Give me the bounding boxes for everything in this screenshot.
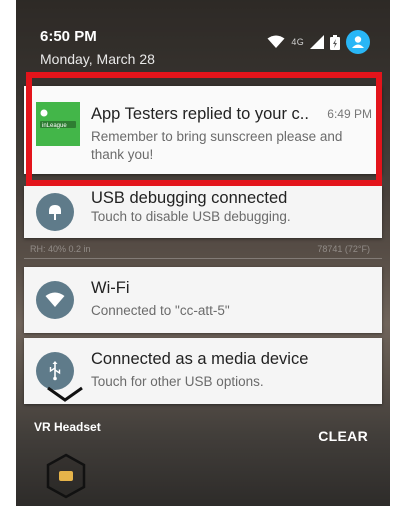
account-icon[interactable]	[346, 30, 370, 54]
vr-headset-app-icon	[47, 386, 83, 402]
wifi-icon	[36, 281, 74, 319]
background-temperature: 78741 (72°F)	[317, 244, 370, 254]
network-type: 4G	[291, 37, 304, 47]
vr-headset-label: VR Headset	[34, 420, 101, 434]
notification-text: Touch for other USB options.	[91, 374, 264, 389]
clock: 6:50 PM	[40, 28, 97, 45]
notification-wifi[interactable]: Wi-Fi Connected to "cc-att-5"	[24, 267, 382, 333]
usb-icon	[36, 352, 74, 390]
clear-button[interactable]: CLEAR	[318, 428, 368, 444]
notification-title: USB debugging connected	[91, 189, 288, 207]
notification-title: Wi-Fi	[91, 279, 130, 297]
vr-headset-hex-icon	[46, 453, 86, 499]
annotation-highlight-box	[26, 72, 382, 186]
notification-title: Connected as a media device	[91, 350, 309, 368]
background-weather: RH: 40% 0.2 in	[30, 244, 91, 254]
notification-text: Touch to disable USB debugging.	[91, 209, 291, 224]
android-debug-icon	[36, 193, 74, 231]
battery-icon	[330, 34, 340, 50]
signal-icon	[310, 35, 324, 49]
wifi-icon	[267, 35, 285, 48]
background-divider	[24, 258, 382, 259]
date: Monday, March 28	[40, 51, 155, 67]
status-icons: 4G	[267, 30, 370, 54]
notification-text: Connected to "cc-att-5"	[91, 303, 230, 318]
notification-usb-debugging[interactable]: USB debugging connected Touch to disable…	[24, 186, 382, 238]
